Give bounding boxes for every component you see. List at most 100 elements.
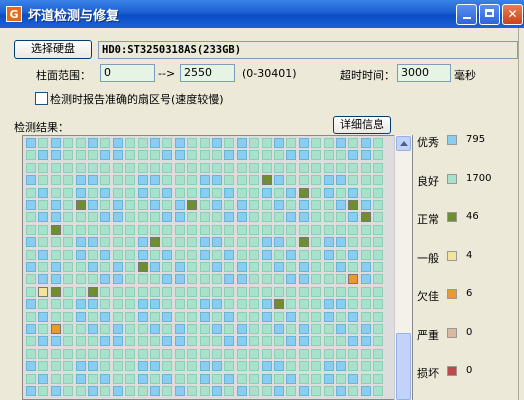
sector-cell bbox=[373, 386, 384, 396]
sector-cell bbox=[236, 175, 247, 186]
sector-cell bbox=[150, 150, 160, 161]
sector-cell bbox=[50, 274, 61, 285]
sector-cell bbox=[75, 286, 86, 297]
sector-cell bbox=[199, 324, 210, 334]
sector-cell bbox=[137, 162, 148, 173]
sector-cell bbox=[373, 150, 384, 161]
scroll-up-arrow-icon[interactable] bbox=[396, 136, 411, 151]
scroll-thumb[interactable] bbox=[396, 333, 411, 400]
detail-info-button[interactable]: 详细信息 bbox=[333, 116, 391, 134]
accurate-sector-label: 检测时报告准确的扇区号(速度较慢) bbox=[50, 93, 224, 106]
sector-cell bbox=[224, 386, 235, 396]
sector-cell bbox=[75, 138, 86, 148]
sector-cell bbox=[112, 373, 123, 384]
minimize-icon bbox=[462, 17, 471, 19]
sector-cell bbox=[187, 336, 198, 347]
sector-cell bbox=[38, 162, 49, 173]
sector-cell bbox=[212, 373, 222, 384]
legend-count: 0 bbox=[466, 365, 473, 376]
sector-cell bbox=[323, 311, 334, 322]
cylinder-end-input[interactable]: 2550 bbox=[180, 64, 235, 82]
legend-item: 严重 0 bbox=[417, 326, 517, 342]
sector-cell bbox=[274, 249, 284, 260]
sector-cell bbox=[212, 175, 222, 186]
sector-cell bbox=[187, 274, 198, 285]
sector-cell bbox=[323, 224, 334, 235]
sector-cell bbox=[323, 175, 334, 186]
accurate-sector-checkbox[interactable] bbox=[35, 92, 48, 105]
sector-cell bbox=[286, 200, 297, 210]
sector-cell bbox=[26, 249, 36, 260]
sector-cell bbox=[75, 361, 86, 372]
sector-cell bbox=[199, 187, 210, 198]
sector-cell bbox=[26, 299, 36, 310]
sector-cell bbox=[311, 324, 322, 334]
sector-cell bbox=[112, 138, 123, 148]
maximize-button[interactable] bbox=[479, 4, 500, 25]
sector-cell bbox=[174, 299, 185, 310]
sector-cell bbox=[212, 286, 222, 297]
sector-cell bbox=[125, 299, 136, 310]
sector-cell bbox=[125, 237, 136, 248]
sector-cell bbox=[298, 311, 309, 322]
sector-cell bbox=[236, 311, 247, 322]
minimize-button[interactable] bbox=[456, 4, 477, 25]
sector-cell bbox=[298, 361, 309, 372]
sector-cell bbox=[26, 138, 36, 148]
sector-cell bbox=[298, 224, 309, 235]
sector-cell bbox=[26, 237, 36, 248]
sector-cell bbox=[236, 373, 247, 384]
sector-cell bbox=[26, 150, 36, 161]
sector-cell bbox=[298, 324, 309, 334]
sector-cell bbox=[187, 162, 198, 173]
sector-cell bbox=[298, 237, 309, 248]
sector-cell bbox=[75, 224, 86, 235]
sector-cell bbox=[38, 324, 49, 334]
select-drive-button[interactable]: 选择硬盘 bbox=[14, 40, 92, 59]
sector-cell bbox=[348, 361, 359, 372]
sector-cell bbox=[63, 373, 74, 384]
sector-cell bbox=[236, 336, 247, 347]
sector-cell bbox=[112, 274, 123, 285]
sector-cell bbox=[311, 224, 322, 235]
sector-cell bbox=[187, 361, 198, 372]
sector-cell bbox=[38, 249, 49, 260]
sector-cell bbox=[63, 224, 74, 235]
sector-cell bbox=[187, 286, 198, 297]
sector-cell bbox=[286, 386, 297, 396]
sector-cell bbox=[26, 200, 36, 210]
sector-cell bbox=[360, 311, 371, 322]
sector-cell bbox=[187, 175, 198, 186]
result-scrollbar[interactable] bbox=[394, 135, 412, 400]
cylinder-start-input[interactable]: 0 bbox=[100, 64, 155, 82]
sector-cell bbox=[63, 361, 74, 372]
sector-cell bbox=[323, 299, 334, 310]
sector-cell bbox=[360, 299, 371, 310]
legend-item: 优秀 795 bbox=[417, 134, 517, 149]
sector-cell bbox=[50, 175, 61, 186]
sector-cell bbox=[212, 237, 222, 248]
sector-cell bbox=[75, 348, 86, 359]
sector-cell bbox=[348, 274, 359, 285]
sector-cell bbox=[125, 311, 136, 322]
sector-cell bbox=[88, 348, 98, 359]
legend-name: 欠佳 bbox=[417, 290, 439, 303]
sector-cell bbox=[212, 299, 222, 310]
sector-cell bbox=[373, 200, 384, 210]
results-label: 检测结果： bbox=[14, 121, 69, 134]
sector-cell bbox=[224, 262, 235, 272]
sector-cell bbox=[199, 311, 210, 322]
sector-cell bbox=[63, 299, 74, 310]
sector-cell bbox=[298, 175, 309, 186]
sector-cell bbox=[224, 324, 235, 334]
sector-cell bbox=[199, 262, 210, 272]
timeout-input[interactable]: 3000 bbox=[397, 64, 451, 82]
close-button[interactable]: ✕ bbox=[502, 4, 523, 25]
sector-cell bbox=[212, 249, 222, 260]
sector-cell bbox=[174, 200, 185, 210]
sector-cell bbox=[348, 175, 359, 186]
sector-cell bbox=[174, 249, 185, 260]
legend-count: 0 bbox=[466, 326, 473, 338]
sector-cell bbox=[38, 286, 49, 297]
sector-cell bbox=[100, 138, 111, 148]
